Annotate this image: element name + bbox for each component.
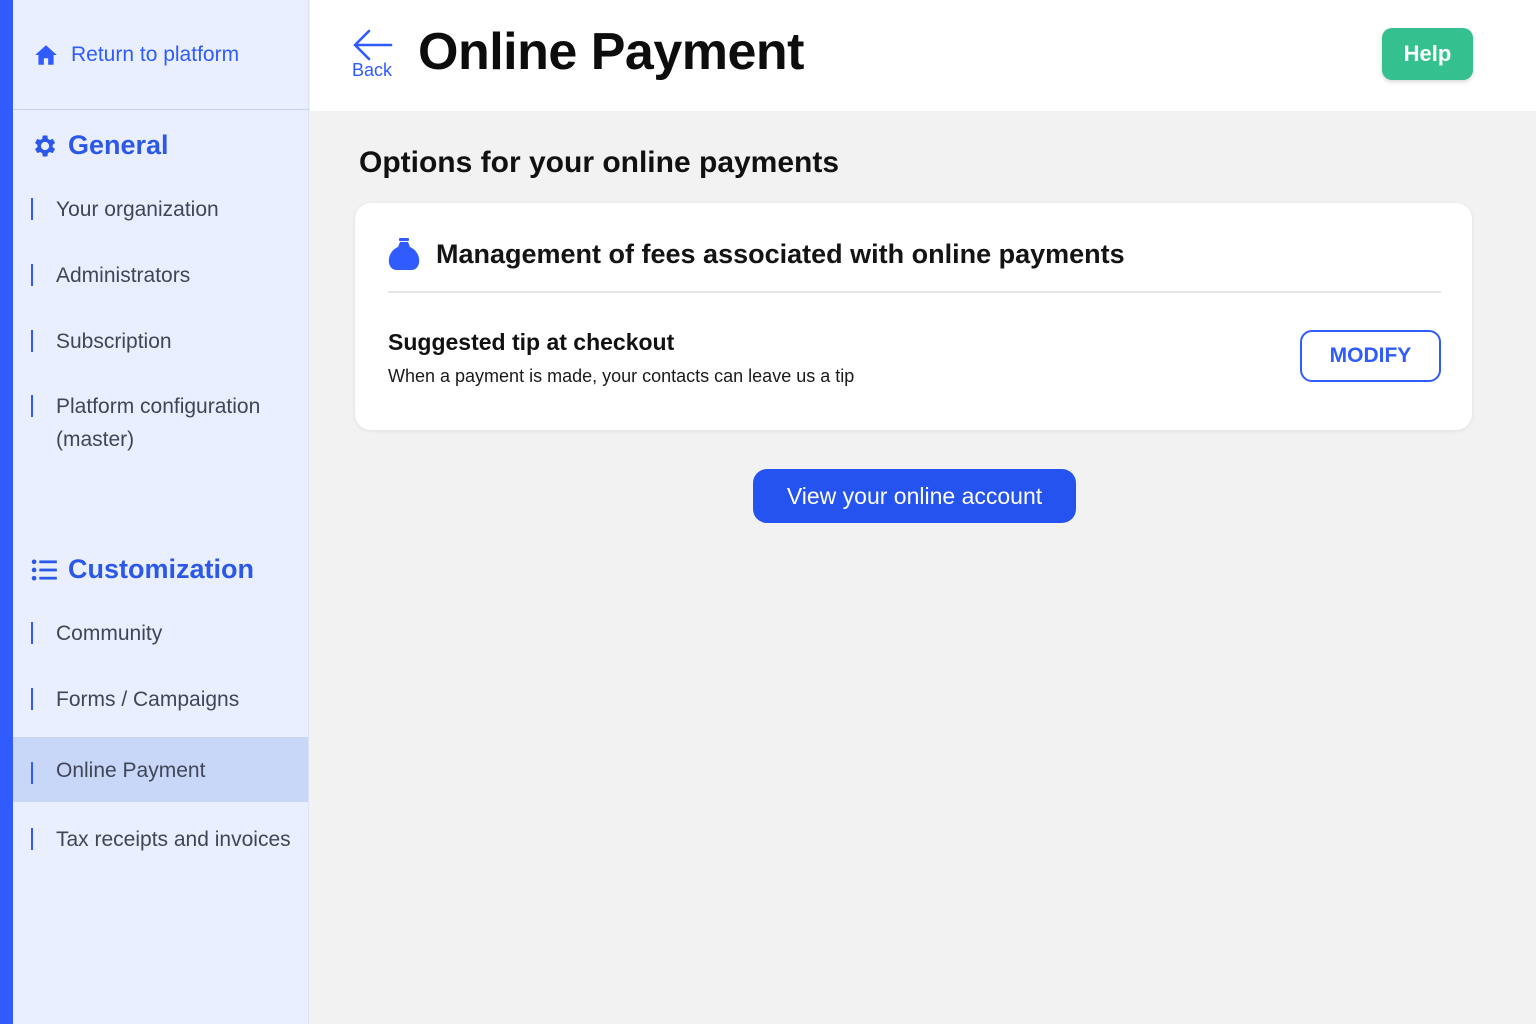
gear-icon — [35, 135, 56, 156]
tip-setting-title: Suggested tip at checkout — [388, 329, 675, 355]
money-bag-icon — [388, 238, 420, 270]
sidebar-item-label: Community — [56, 622, 163, 645]
view-online-account-button[interactable]: View your online account — [753, 469, 1076, 523]
sidebar-item-label-secondary: (master) — [56, 428, 135, 451]
card-divider — [388, 291, 1441, 293]
sidebar-item-tax-receipts-invoices[interactable]: Tax receipts and invoices — [13, 823, 308, 856]
sidebar-item-platform-configuration[interactable]: Platform configuration (master) — [13, 390, 308, 456]
help-button[interactable]: Help — [1382, 28, 1473, 80]
return-to-platform-link[interactable]: Return to platform — [13, 0, 309, 110]
arrow-left-icon — [353, 29, 393, 61]
sidebar-item-label: Your organization — [56, 198, 219, 221]
page-header: Back Online Payment Help — [310, 0, 1536, 111]
sidebar-section-general-title: General — [68, 130, 169, 160]
section-heading: Options for your online payments — [359, 146, 840, 179]
return-to-platform-label: Return to platform — [71, 42, 240, 66]
page-title: Online Payment — [418, 23, 805, 81]
sidebar: Return to platform General Your organiza… — [0, 0, 309, 1024]
sidebar-item-label: Tax receipts and invoices — [56, 828, 291, 851]
sidebar-item-label: Subscription — [56, 330, 172, 353]
sidebar-section-customization-title: Customization — [68, 554, 254, 584]
sidebar-section-general: General — [30, 130, 169, 161]
sidebar-accent-bar — [0, 0, 13, 1024]
back-label: Back — [351, 60, 393, 80]
list-icon — [31, 559, 57, 580]
sidebar-item-subscription[interactable]: Subscription — [13, 325, 308, 358]
tip-setting-description: When a payment is made, your contacts ca… — [388, 366, 855, 386]
card-title: Management of fees associated with onlin… — [436, 238, 1125, 269]
card-header: Management of fees associated with onlin… — [388, 237, 1125, 271]
sidebar-item-online-payment[interactable]: Online Payment — [13, 737, 308, 802]
sidebar-item-community[interactable]: Community — [13, 617, 308, 650]
back-button[interactable]: Back — [349, 28, 395, 88]
sidebar-section-customization: Customization — [30, 554, 254, 585]
sidebar-item-label: Administrators — [56, 264, 191, 287]
sidebar-item-administrators[interactable]: Administrators — [13, 259, 308, 292]
sidebar-item-label: Online Payment — [56, 759, 206, 782]
sidebar-item-label: Platform configuration — [56, 395, 261, 418]
modify-button[interactable]: MODIFY — [1300, 330, 1441, 382]
sidebar-item-label: Forms / Campaigns — [56, 688, 240, 711]
home-icon — [35, 44, 57, 65]
fees-management-card: Management of fees associated with onlin… — [355, 203, 1472, 430]
sidebar-item-your-organization[interactable]: Your organization — [13, 193, 308, 226]
sidebar-item-forms-campaigns[interactable]: Forms / Campaigns — [13, 683, 308, 716]
